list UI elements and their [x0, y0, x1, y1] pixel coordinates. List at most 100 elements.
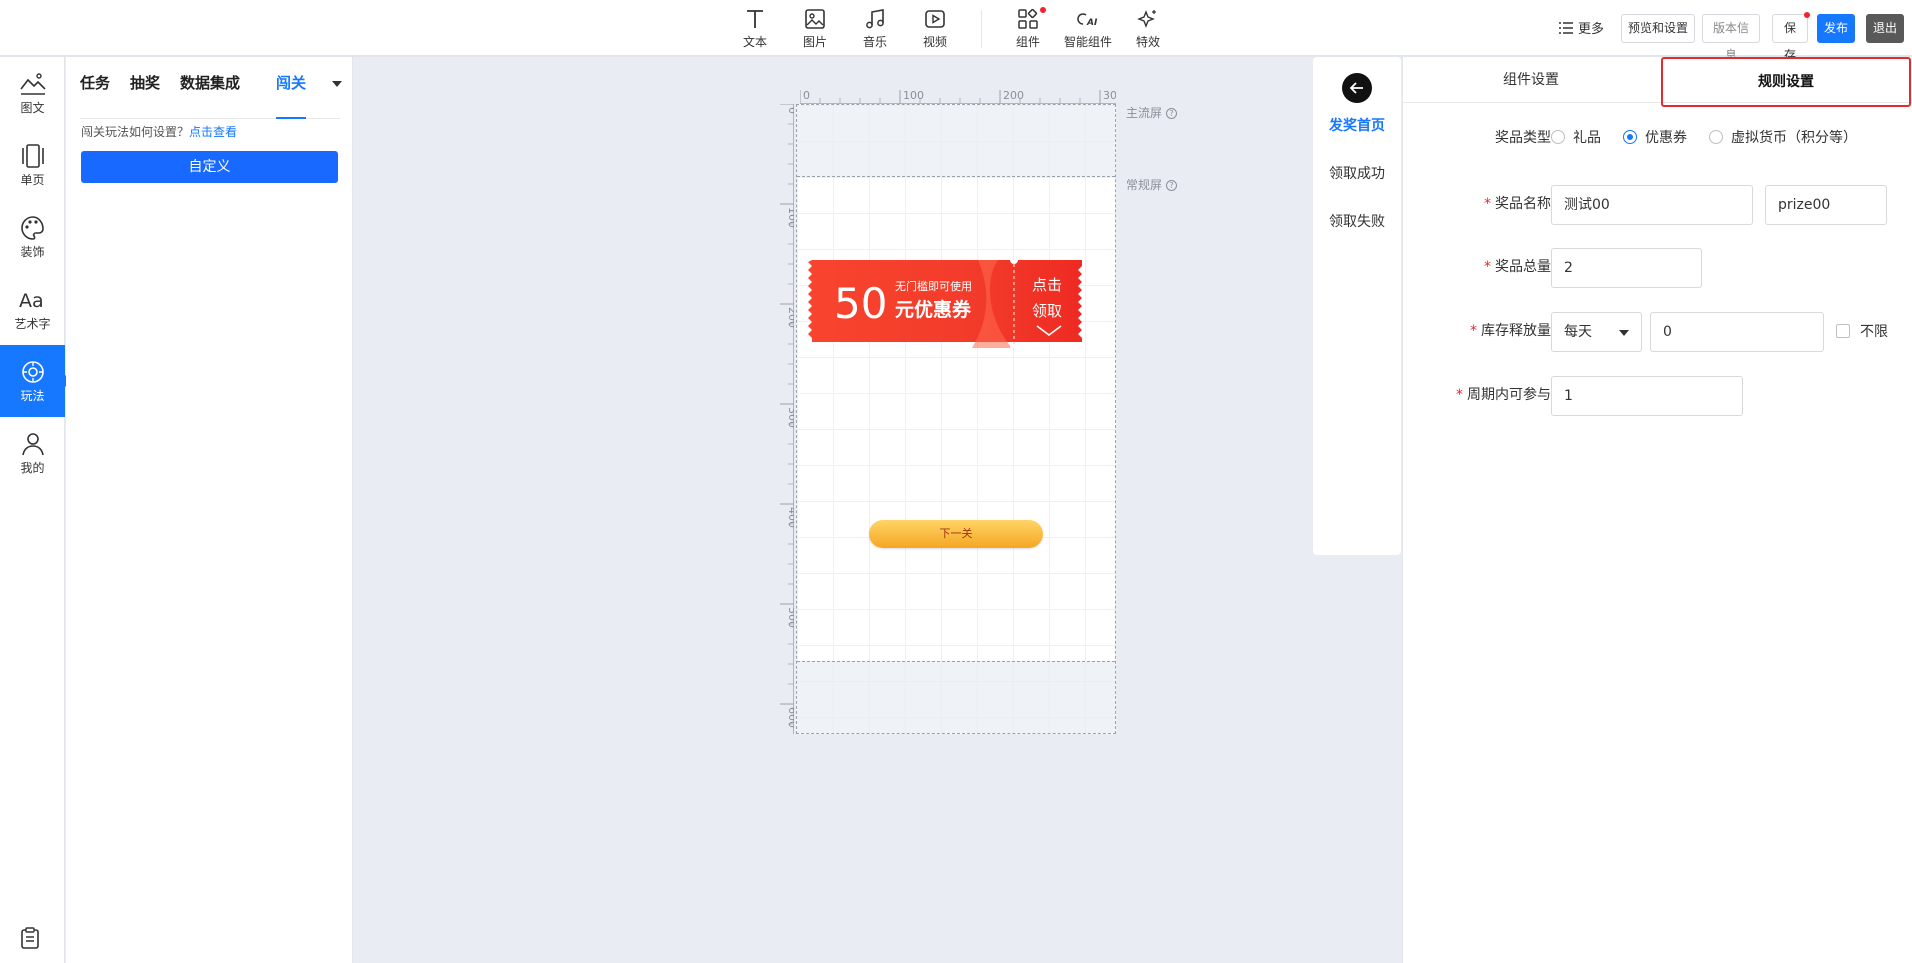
prize-type-coupon-radio[interactable]: 优惠券: [1623, 127, 1687, 147]
rail-item-graphic-text[interactable]: 图文: [0, 57, 65, 129]
ruler-left-label: 500: [786, 607, 794, 628]
ruler-top-label: 100: [903, 89, 924, 102]
tool-music[interactable]: 音乐: [845, 6, 905, 50]
prize-name-input[interactable]: 测试00: [1551, 185, 1753, 225]
rail-item-single-page[interactable]: 单页: [0, 129, 65, 201]
ruler-left-label: 200: [786, 307, 794, 328]
tabs-more-dropdown[interactable]: [332, 81, 342, 87]
unlimited-checkbox[interactable]: 不限: [1836, 321, 1888, 341]
tool-components[interactable]: 组件: [998, 6, 1058, 50]
prize-type-gift-radio[interactable]: 礼品: [1551, 127, 1601, 147]
ruler-left: 0 100 200 300 400 500 600: [780, 104, 794, 734]
art-text-icon: Aa: [0, 285, 65, 315]
ai-component-icon: AI: [1058, 6, 1118, 32]
exit-button[interactable]: 退出: [1866, 14, 1904, 43]
tool-video[interactable]: 视频: [905, 6, 965, 50]
coupon-note: 无门槛即可使用: [895, 279, 972, 293]
next-level-button[interactable]: 下一关: [869, 520, 1043, 548]
save-badge: [1804, 12, 1810, 18]
back-arrow-icon[interactable]: [1342, 73, 1372, 103]
top-toolbar: 文本 图片 音乐 视频 组件 AI 智能组件 特效 更多 预览和设置 版本信息 …: [0, 0, 1912, 62]
gameplay-tabs: 任务 抽奖 数据集成 闯关: [80, 71, 342, 119]
normal-screen-label: 常规屏?: [1126, 176, 1178, 193]
cycle-label: * 周期内可参与: [1456, 387, 1551, 403]
prize-total-label: * 奖品总量: [1484, 259, 1551, 275]
tab-rule-settings[interactable]: 规则设置: [1661, 57, 1911, 107]
text-icon: [725, 6, 785, 32]
help-icon[interactable]: ?: [1166, 108, 1178, 119]
stock-release-label: * 库存释放量: [1470, 323, 1551, 339]
main-screen-zone: [797, 105, 1115, 177]
svg-text:Aa: Aa: [19, 290, 44, 312]
custom-button[interactable]: 自定义: [81, 151, 338, 183]
toolbar-divider: [981, 10, 982, 48]
bottom-safe-zone: [797, 661, 1115, 733]
gameplay-icon: [0, 357, 65, 387]
levels-hint: 闯关玩法如何设置？点击查看: [81, 125, 238, 139]
tab-component-settings[interactable]: 组件设置: [1403, 57, 1659, 103]
video-icon: [905, 6, 965, 32]
prize-type-label: 奖品类型: [1495, 130, 1551, 146]
svg-text:AI: AI: [1086, 18, 1098, 28]
cycle-input[interactable]: 1: [1551, 376, 1743, 416]
tool-effects[interactable]: 特效: [1118, 6, 1178, 50]
view-help-link[interactable]: 点击查看: [189, 125, 237, 139]
prize-total-input[interactable]: 2: [1551, 248, 1702, 288]
ruler-top-label: 300: [1103, 89, 1116, 102]
ruler-top-label: 200: [1003, 89, 1024, 102]
ruler-left-label: 300: [786, 407, 794, 428]
list-icon: [1558, 21, 1574, 39]
settings-tabs: 组件设置 规则设置: [1403, 57, 1912, 107]
version-info-button[interactable]: 版本信息: [1702, 14, 1760, 62]
tab-task[interactable]: 任务: [80, 71, 110, 119]
tool-ai-component[interactable]: AI 智能组件: [1058, 6, 1118, 50]
ruler-left-label: 0: [786, 107, 794, 114]
caret-down-icon: [1619, 330, 1629, 336]
tab-levels[interactable]: 闯关: [276, 71, 307, 119]
prize-name-label: * 奖品名称: [1484, 196, 1551, 212]
ruler-left-label: 100: [786, 207, 794, 228]
tool-image[interactable]: 图片: [785, 6, 845, 50]
ruler-left-label: 600: [786, 707, 794, 728]
rail-item-mine[interactable]: 我的: [0, 417, 65, 489]
stock-release-input[interactable]: 0: [1650, 312, 1824, 352]
components-icon: [998, 6, 1058, 32]
rail-item-gameplay[interactable]: 玩法: [0, 345, 71, 417]
clipboard-icon[interactable]: [18, 927, 42, 951]
prize-code-input[interactable]: prize00: [1765, 185, 1887, 225]
prize-type-virtual-currency-radio[interactable]: 虚拟货币（积分等）: [1709, 127, 1857, 147]
page-item-claim-fail[interactable]: 领取失败: [1313, 211, 1401, 231]
sparkle-icon: [1118, 6, 1178, 32]
more-menu[interactable]: 更多: [1558, 18, 1604, 39]
preview-settings-button[interactable]: 预览和设置: [1621, 14, 1695, 43]
tool-text[interactable]: 文本: [725, 6, 785, 50]
gameplay-panel: 任务 抽奖 数据集成 闯关 闯关玩法如何设置？点击查看 自定义: [66, 57, 353, 963]
tab-data-integration[interactable]: 数据集成: [180, 71, 240, 119]
single-page-icon: [0, 141, 65, 171]
tab-lottery[interactable]: 抽奖: [130, 71, 160, 119]
image-icon: [785, 6, 845, 32]
page-item-claim-success[interactable]: 领取成功: [1313, 163, 1401, 183]
settings-panel: 组件设置 规则设置 奖品类型 礼品 优惠券 虚拟货币（积分等） * 奖品名称 测试…: [1402, 57, 1912, 963]
coupon-claim-line2: 领取: [1032, 302, 1062, 320]
rail-item-decoration[interactable]: 装饰: [0, 201, 65, 273]
graphic-text-icon: [0, 69, 65, 99]
coupon-title: 元优惠券: [895, 298, 972, 321]
page-list-panel: 发奖首页 领取成功 领取失败: [1313, 57, 1401, 555]
main-screen-label: 主流屏?: [1126, 104, 1178, 121]
help-icon[interactable]: ?: [1166, 180, 1178, 191]
stock-release-period-select[interactable]: 每天: [1551, 312, 1642, 352]
rail-item-art-text[interactable]: Aa 艺术字: [0, 273, 65, 345]
page-item-award-home[interactable]: 发奖首页: [1313, 115, 1401, 135]
palette-icon: [0, 213, 65, 243]
left-rail: 图文 单页 装饰 Aa 艺术字 玩法 我的: [0, 57, 71, 963]
phone-canvas[interactable]: [796, 104, 1116, 734]
ruler-top: 0 100 200 300: [800, 89, 1116, 104]
music-icon: [845, 6, 905, 32]
publish-button[interactable]: 发布: [1817, 14, 1855, 43]
components-badge: [1040, 7, 1046, 13]
ruler-top-label: 0: [803, 89, 810, 102]
coupon-amount: 50: [834, 279, 887, 328]
save-button[interactable]: 保存: [1772, 12, 1810, 62]
coupon-component[interactable]: 50 无门槛即可使用 元优惠券 点击 领取: [808, 260, 1086, 348]
